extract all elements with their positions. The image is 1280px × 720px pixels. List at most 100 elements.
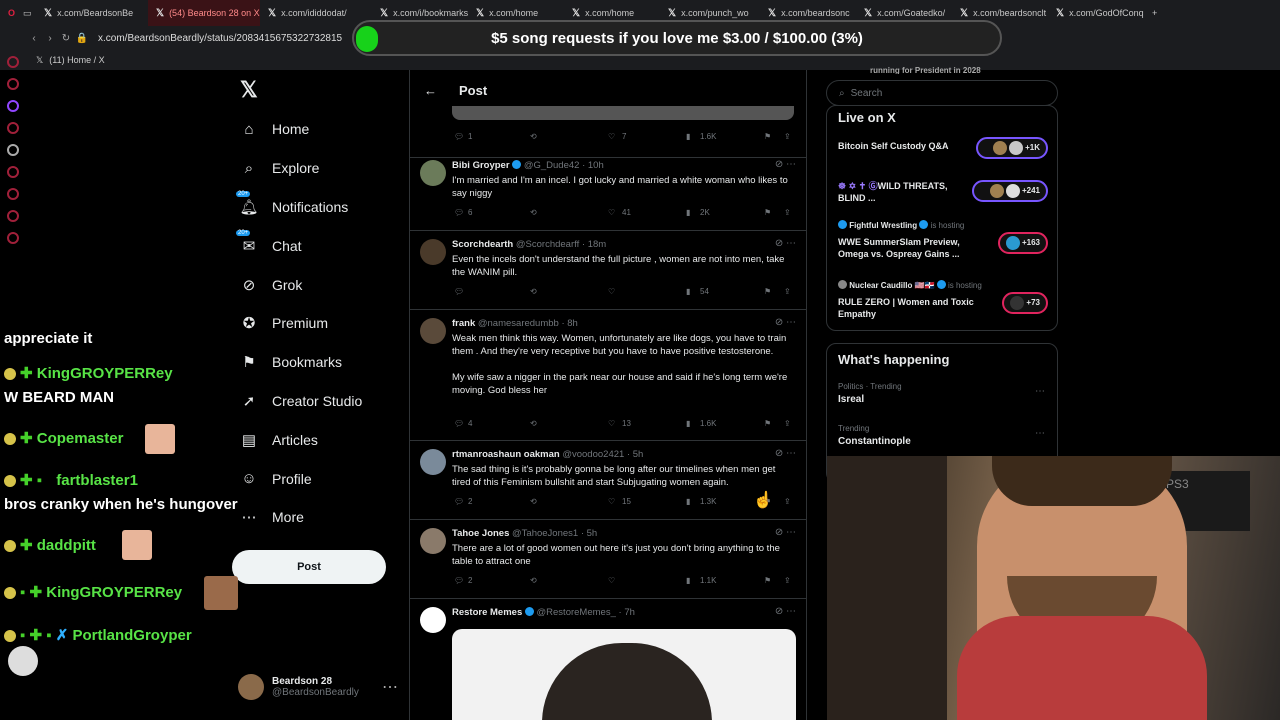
tweet-menu-icon[interactable]: ⊘ ⋯	[775, 448, 796, 459]
repost-icon[interactable]: ⟲	[530, 497, 537, 506]
trend-menu-icon[interactable]: ⋯	[1035, 428, 1045, 439]
share-icon[interactable]: ⇪	[784, 132, 791, 141]
reply-icon[interactable]: 💬︎	[454, 419, 464, 428]
views-icon[interactable]: ▮	[686, 497, 690, 506]
avatar[interactable]	[420, 449, 446, 475]
reply-icon[interactable]: 💬︎	[454, 132, 464, 141]
views-icon[interactable]: ▮	[686, 419, 690, 428]
opera-logo-icon[interactable]: O	[8, 8, 15, 19]
listener-pill[interactable]: +241	[972, 180, 1048, 202]
avatar[interactable]	[420, 607, 446, 633]
tab-11[interactable]: 𝕏x.com/GodOfConq	[1048, 0, 1144, 26]
author-name[interactable]: frank	[452, 318, 475, 329]
nav-notifications[interactable]: 🔔︎ 20+ Notifications	[232, 188, 402, 227]
views-icon[interactable]: ▮	[686, 576, 690, 585]
avatar[interactable]	[420, 239, 446, 265]
tab-2[interactable]: 𝕏 (54) Beardson 28 on X: "t	[148, 0, 260, 26]
author-name[interactable]: Restore Memes	[452, 607, 522, 618]
messenger-icon[interactable]	[7, 56, 19, 68]
bookmark-icon[interactable]: ⚑	[764, 208, 771, 217]
author-handle[interactable]: @namesaredumbb	[478, 318, 559, 329]
tweet-menu-icon[interactable]: ⊘ ⋯	[775, 159, 796, 170]
author-handle[interactable]: @RestoreMemes_	[537, 607, 616, 618]
tab-1[interactable]: 𝕏x.com/BeardsonBe	[36, 0, 148, 26]
listener-pill[interactable]: +163	[998, 232, 1048, 254]
nav-explore[interactable]: ⌕ Explore	[232, 149, 402, 188]
tweet-menu-icon[interactable]: ⊘ ⋯	[775, 527, 796, 538]
bookmark-home[interactable]: (11) Home / X	[49, 55, 104, 65]
author-handle[interactable]: @G_Dude42	[524, 160, 580, 171]
live-item[interactable]: Fightful Wrestling is hosting WWE Summer…	[838, 220, 1048, 266]
listener-pill[interactable]: +73	[1002, 292, 1048, 314]
trend-item[interactable]: Trending Constantinople	[838, 424, 911, 447]
trend-menu-icon[interactable]: ⋯	[1035, 386, 1045, 397]
tabs-menu-icon[interactable]: ▭	[23, 8, 32, 19]
forward-icon[interactable]: ›	[42, 33, 58, 44]
tweet-time[interactable]: 5h	[587, 528, 598, 539]
live-item[interactable]: Nuclear Caudillo 🇺🇸🇩🇴 is hosting RULE ZE…	[838, 280, 1048, 324]
bookmark-icon[interactable]: ⚑	[764, 576, 771, 585]
share-icon[interactable]: ⇪	[784, 287, 791, 296]
tweet[interactable]: Scorchdearth @Scorchdearff · 18m ⊘ ⋯ Eve…	[410, 231, 806, 310]
views-icon[interactable]: ▮	[686, 287, 690, 296]
tweet-time[interactable]: 8h	[567, 318, 578, 329]
views-icon[interactable]: ▮	[686, 208, 690, 217]
x-sidebar-icon[interactable]	[7, 144, 19, 156]
tweet-time[interactable]: 18m	[588, 239, 606, 250]
nav-premium[interactable]: ✪ Premium	[232, 304, 402, 343]
nav-profile[interactable]: ☺ Profile	[232, 459, 402, 498]
repost-icon[interactable]: ⟲	[530, 419, 537, 428]
reload-icon[interactable]: ↻	[58, 33, 74, 44]
author-name[interactable]: rtmanroashaun oakman	[452, 449, 560, 460]
tweet[interactable]: Bibi Groyper @G_Dude42 · 10h ⊘ ⋯ I'm mar…	[410, 152, 806, 231]
tweet-time[interactable]: 7h	[624, 607, 635, 618]
back-icon[interactable]: ‹	[26, 33, 42, 44]
media-image[interactable]	[452, 629, 796, 720]
like-icon[interactable]: ♡	[608, 419, 615, 428]
player-icon[interactable]	[7, 166, 19, 178]
nav-chat[interactable]: ✉ 20+ Chat	[232, 226, 402, 265]
nav-grok[interactable]: ⊘ Grok	[232, 265, 402, 304]
back-arrow-icon[interactable]: ←	[424, 83, 437, 98]
avatar[interactable]	[420, 160, 446, 186]
author-handle[interactable]: @Scorchdearff	[516, 239, 579, 250]
new-tab-icon[interactable]: +	[1144, 8, 1165, 18]
listener-pill[interactable]: +1K	[976, 137, 1048, 159]
trend-item[interactable]: Politics · Trending Isreal	[838, 382, 902, 405]
nav-bookmarks[interactable]: ⚑ Bookmarks	[232, 343, 402, 382]
nav-home[interactable]: ⌂ Home	[232, 110, 402, 149]
reply-icon[interactable]: 💬︎	[454, 208, 464, 217]
share-icon[interactable]: ⇪	[784, 208, 791, 217]
share-icon[interactable]: ⇪	[784, 419, 791, 428]
views-icon[interactable]: ▮	[686, 132, 690, 141]
nav-creator-studio[interactable]: ➚ Creator Studio	[232, 382, 402, 421]
repost-icon[interactable]: ⟲	[530, 132, 537, 141]
bookmark-icon[interactable]: ⚑	[764, 419, 771, 428]
settings-icon[interactable]	[7, 232, 19, 244]
share-icon[interactable]: ⇪	[784, 576, 791, 585]
like-icon[interactable]: ♡	[608, 287, 615, 296]
author-handle[interactable]: @voodoo2421	[562, 449, 624, 460]
tweet-menu-icon[interactable]: ⊘ ⋯	[775, 606, 796, 617]
like-icon[interactable]: ♡	[608, 208, 615, 217]
avatar[interactable]	[420, 528, 446, 554]
author-name[interactable]: Tahoe Jones	[452, 528, 509, 539]
share-icon[interactable]: ⇪	[784, 497, 791, 506]
tweet-menu-icon[interactable]: ⊘ ⋯	[775, 238, 796, 249]
bookmark-icon[interactable]: ⚑	[764, 132, 771, 141]
tweet[interactable]: rtmanroashaun oakman @voodoo2421 · 5h ⊘ …	[410, 441, 806, 520]
repost-icon[interactable]: ⟲	[530, 208, 537, 217]
reply-icon[interactable]: 💬︎	[454, 497, 464, 506]
instagram-icon[interactable]	[7, 78, 19, 90]
tweet[interactable]: Restore Memes @RestoreMemes_ · 7h ⊘ ⋯	[410, 599, 806, 720]
tweet-time[interactable]: 10h	[588, 160, 604, 171]
like-icon[interactable]: ♡	[608, 497, 615, 506]
bookmark-icon[interactable]: ⚑	[764, 287, 771, 296]
nav-more[interactable]: ⋯ More	[232, 498, 402, 537]
reply-icon[interactable]: 💬︎	[454, 287, 464, 296]
account-switcher[interactable]: Beardson 28 @BeardsonBeardly ⋯	[238, 670, 398, 704]
history-icon[interactable]	[7, 122, 19, 134]
repost-icon[interactable]: ⟲	[530, 287, 537, 296]
live-item[interactable]: Bitcoin Self Custody Q&A +1K	[838, 137, 1048, 166]
twitch-icon[interactable]	[7, 100, 19, 112]
